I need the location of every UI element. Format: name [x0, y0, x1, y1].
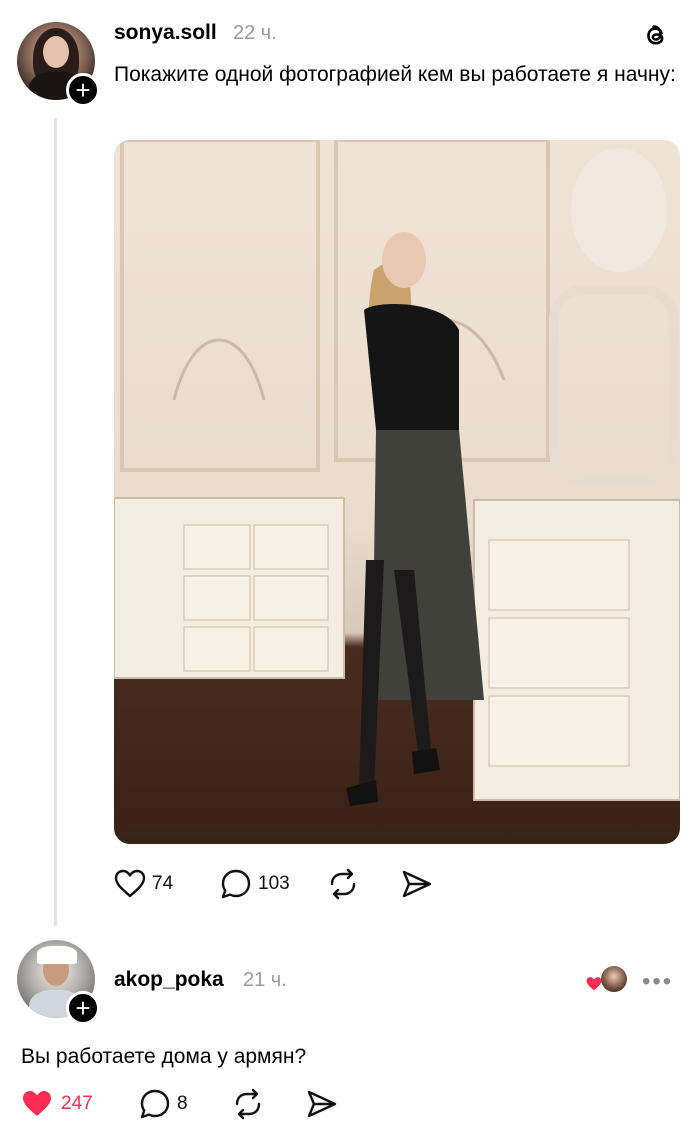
- post-actions: 74 103: [114, 868, 434, 900]
- send-icon: [307, 1090, 337, 1118]
- reply-count: 103: [258, 873, 290, 894]
- follow-plus-icon[interactable]: +: [66, 73, 100, 107]
- like-button[interactable]: 74: [114, 869, 220, 899]
- post-photo[interactable]: [114, 140, 680, 844]
- reply-text: Вы работаете дома у армян?: [21, 1045, 307, 1068]
- like-count: 247: [61, 1093, 93, 1114]
- reply-actions: 247 8: [21, 1088, 339, 1120]
- follow-plus-icon[interactable]: +: [66, 991, 100, 1025]
- like-button[interactable]: 247: [21, 1089, 139, 1119]
- avatar-cap: [37, 946, 77, 964]
- heart-icon: [114, 869, 146, 898]
- threads-logo-icon[interactable]: [641, 20, 671, 50]
- share-button[interactable]: [400, 868, 434, 900]
- more-horizontal-icon[interactable]: •••: [642, 968, 673, 996]
- heart-filled-icon: [23, 1091, 51, 1116]
- comment-bubble-icon: [140, 1089, 170, 1119]
- repost-button[interactable]: [326, 868, 400, 900]
- post-text: Покажите одной фотографией кем вы работа…: [114, 63, 676, 86]
- post-time: 22 ч.: [233, 22, 277, 44]
- reply-username[interactable]: akop_poka: [114, 968, 224, 992]
- avatar-face: [43, 36, 69, 68]
- reply-count: 8: [177, 1093, 188, 1114]
- like-count: 74: [152, 873, 174, 894]
- send-icon: [402, 870, 432, 898]
- share-button[interactable]: [305, 1088, 339, 1120]
- photo-illustration: [114, 140, 680, 806]
- liked-by-author-avatar: [601, 966, 627, 992]
- thread-line: [54, 118, 57, 926]
- reply-button[interactable]: 8: [139, 1088, 231, 1120]
- reply-button[interactable]: 103: [220, 868, 326, 900]
- repost-icon: [330, 868, 356, 900]
- post-username[interactable]: sonya.soll: [114, 21, 217, 45]
- repost-icon: [235, 1088, 261, 1120]
- comment-bubble-icon: [221, 869, 251, 899]
- repost-button[interactable]: [231, 1088, 305, 1120]
- reply-time: 21 ч.: [243, 969, 287, 991]
